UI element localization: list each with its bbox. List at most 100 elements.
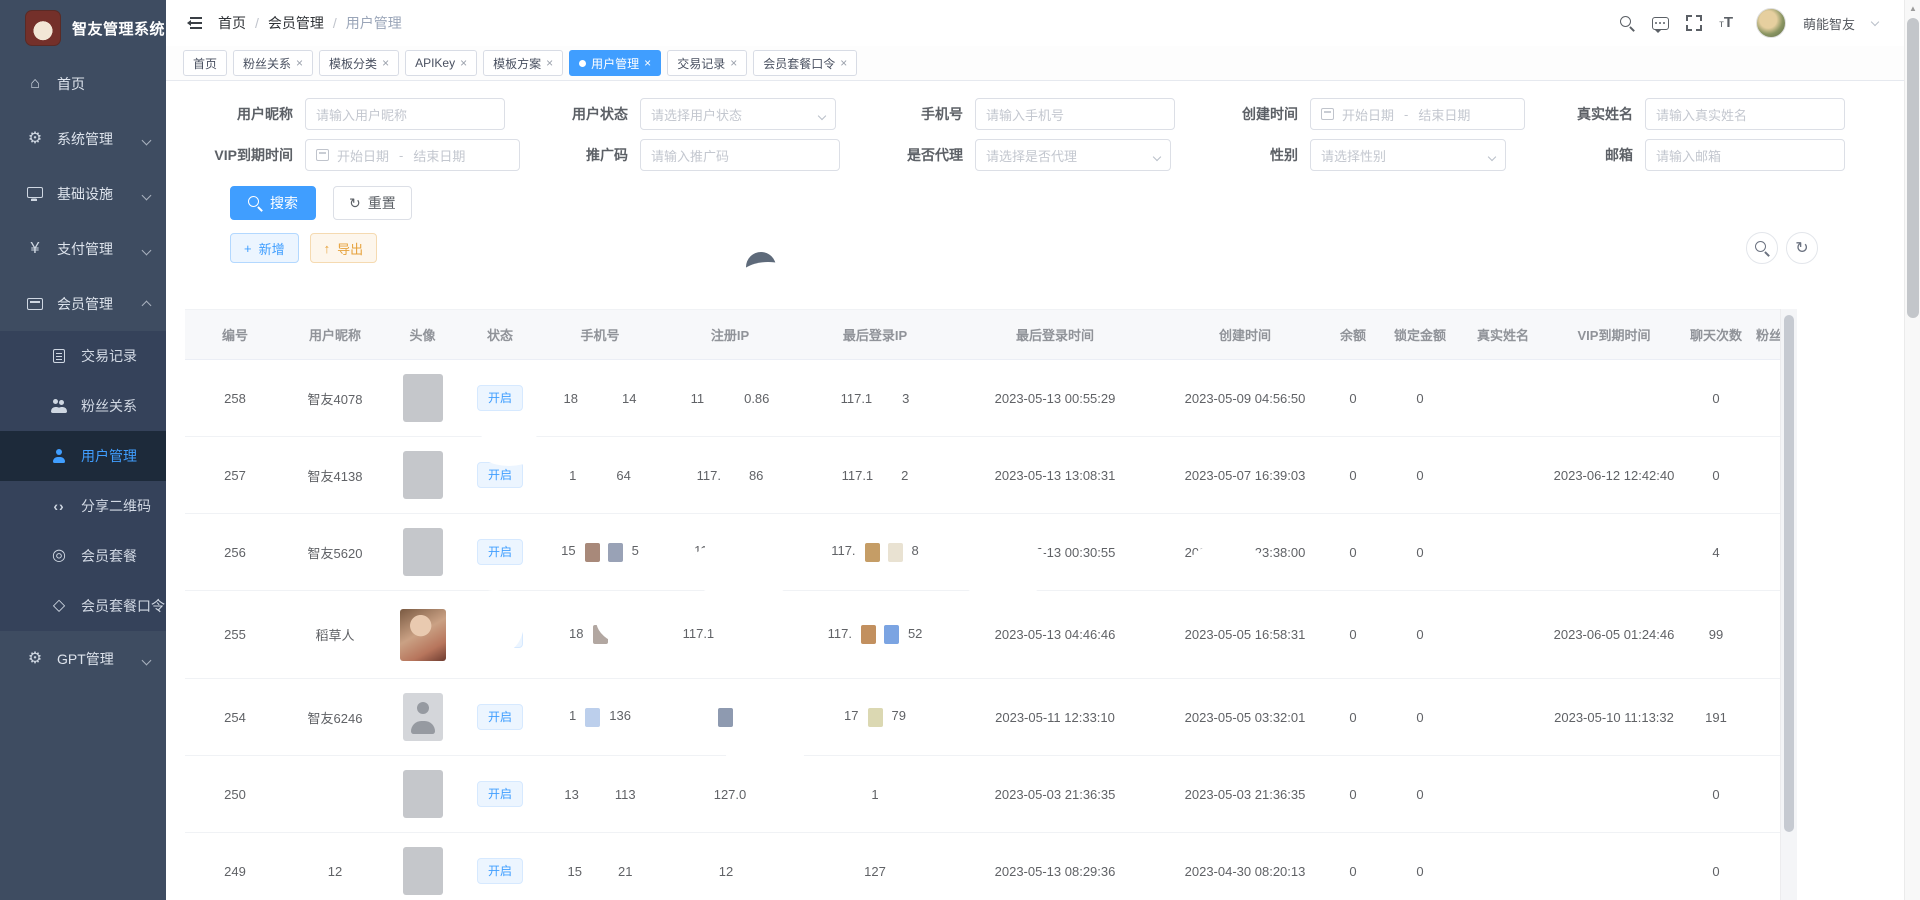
- nickname-input[interactable]: 请输入用户昵称: [305, 98, 505, 130]
- message-icon[interactable]: [1652, 17, 1669, 30]
- table-row[interactable]: 258智友4078开启1814110.86117.132023-05-13 00…: [185, 360, 1797, 437]
- sidebar-item-fans[interactable]: 粉丝关系: [0, 381, 166, 431]
- tab-template-plan[interactable]: 模板方案×: [483, 50, 563, 76]
- user-avatar: [403, 451, 443, 499]
- cell-locked: 0: [1376, 437, 1464, 514]
- search-button[interactable]: 搜索: [230, 186, 316, 220]
- close-icon[interactable]: ×: [460, 57, 467, 69]
- cell-balance: 0: [1330, 514, 1376, 591]
- redacted-text-fragment: 13: [564, 787, 578, 802]
- column-header-locked[interactable]: 锁定金额: [1376, 310, 1464, 360]
- column-header-created[interactable]: 创建时间: [1160, 310, 1330, 360]
- is-agent-select[interactable]: 请选择是否代理: [975, 139, 1171, 171]
- table-row[interactable]: 24912开启1521121272023-05-13 08:29:362023-…: [185, 833, 1797, 900]
- table-row[interactable]: 255稻草人开启1801117.16117.522023-05-13 04:46…: [185, 591, 1797, 679]
- date-end-placeholder: 结束日期: [413, 146, 465, 165]
- sidebar-item-system[interactable]: ⚙系统管理: [0, 111, 166, 166]
- column-header-last_ip[interactable]: 最后登录IP: [800, 310, 950, 360]
- email-input[interactable]: 请输入邮箱: [1645, 139, 1845, 171]
- close-icon[interactable]: ×: [644, 57, 651, 69]
- created-daterange[interactable]: 开始日期-结束日期: [1310, 98, 1525, 130]
- table-search-button[interactable]: [1746, 232, 1778, 264]
- cell-last_login: 2023-05-11 12:33:10: [950, 679, 1160, 756]
- date-range-separator: -: [1404, 107, 1408, 122]
- cell-last_login: 2023-05-13 08:29:36: [950, 833, 1160, 900]
- redacted-text-fragment: 117.: [697, 468, 721, 483]
- tab-label: 会员套餐口令: [763, 55, 835, 72]
- column-header-no[interactable]: 编号: [185, 310, 285, 360]
- status-badge: 开启: [477, 704, 523, 730]
- realname-input[interactable]: 请输入真实姓名: [1645, 98, 1845, 130]
- breadcrumb-item[interactable]: 首页: [218, 13, 246, 33]
- tab-fans[interactable]: 粉丝关系 ×: [233, 50, 313, 76]
- gender-select[interactable]: 请选择性别: [1310, 139, 1506, 171]
- sidebar-item-transactions[interactable]: 交易记录: [0, 331, 166, 381]
- table-scrollbar[interactable]: [1780, 309, 1797, 900]
- column-header-phone[interactable]: 手机号: [540, 310, 660, 360]
- close-icon[interactable]: ×: [546, 57, 553, 69]
- sidebar-item-payment[interactable]: ¥支付管理: [0, 221, 166, 276]
- table-row[interactable]: 250开启13113127.012023-05-03 21:36:352023-…: [185, 756, 1797, 833]
- sidebar-item-member-plan-code[interactable]: ◇会员套餐口令: [0, 581, 166, 631]
- tab-member-plan-code[interactable]: 会员套餐口令 ×: [753, 50, 857, 76]
- breadcrumb-item[interactable]: 会员管理: [268, 13, 324, 33]
- sidebar-item-home[interactable]: ⌂首页: [0, 56, 166, 111]
- tab-template-category[interactable]: 模板分类×: [319, 50, 399, 76]
- column-header-status[interactable]: 状态: [460, 310, 540, 360]
- column-header-chats[interactable]: 聊天次数: [1686, 310, 1746, 360]
- vip-expire-daterange[interactable]: 开始日期-结束日期: [305, 139, 520, 171]
- table-row[interactable]: 257智友4138开启164117.86117.122023-05-13 13:…: [185, 437, 1797, 514]
- scroll-up-icon[interactable]: ▲: [1909, 4, 1917, 13]
- sidebar-item-users[interactable]: 用户管理: [0, 431, 166, 481]
- page-scrollbar-thumb[interactable]: [1907, 18, 1919, 318]
- page-scrollbar[interactable]: ▲: [1904, 0, 1920, 900]
- column-header-balance[interactable]: 余额: [1330, 310, 1376, 360]
- column-header-nickname[interactable]: 用户昵称: [285, 310, 385, 360]
- add-button[interactable]: + 新增: [230, 233, 299, 263]
- tab-home[interactable]: 首页: [183, 50, 227, 76]
- username[interactable]: 萌能智友: [1803, 14, 1855, 33]
- topbar: 首页/会员管理/用户管理 тT 萌能智友: [166, 0, 1904, 46]
- close-icon[interactable]: ×: [840, 57, 847, 69]
- tab-apikey[interactable]: APIKey×: [405, 50, 477, 76]
- user-avatar[interactable]: [1756, 8, 1786, 38]
- table-row[interactable]: 254智友6246开启113617792023-05-11 12:33:1020…: [185, 679, 1797, 756]
- tab-label: 粉丝关系: [243, 55, 291, 72]
- reset-button[interactable]: ↻ 重置: [333, 186, 412, 220]
- column-header-avatar[interactable]: 头像: [385, 310, 460, 360]
- column-header-vip[interactable]: VIP到期时间: [1542, 310, 1686, 360]
- calendar-icon: [1321, 108, 1334, 120]
- sidebar-menu: ⌂首页⚙系统管理基础设施¥支付管理会员管理交易记录粉丝关系用户管理‹›分享二维码…: [0, 56, 166, 686]
- column-header-last_login[interactable]: 最后登录时间: [950, 310, 1160, 360]
- redaction-blob: [710, 582, 800, 660]
- sidebar-item-gpt[interactable]: ⚙GPT管理: [0, 631, 166, 686]
- column-header-reg_ip[interactable]: 注册IP: [660, 310, 800, 360]
- column-header-real_name[interactable]: 真实姓名: [1464, 310, 1542, 360]
- sidebar-item-infrastructure[interactable]: 基础设施: [0, 166, 166, 221]
- search-icon[interactable]: [1620, 16, 1635, 31]
- export-button[interactable]: ↑ 导出: [310, 233, 378, 263]
- close-icon[interactable]: ×: [730, 57, 737, 69]
- sidebar-item-share-qrcode[interactable]: ‹›分享二维码: [0, 481, 166, 531]
- sidebar-collapse-icon[interactable]: [184, 17, 202, 30]
- user-menu-chevron-down-icon[interactable]: [1871, 17, 1879, 25]
- sidebar-item-member[interactable]: 会员管理: [0, 276, 166, 331]
- fullscreen-icon[interactable]: [1686, 15, 1702, 31]
- close-icon[interactable]: ×: [296, 57, 303, 69]
- cell-created: 2023-05-09 04:56:50: [1160, 360, 1330, 437]
- font-size-icon[interactable]: тT: [1719, 14, 1733, 32]
- status-select[interactable]: 请选择用户状态: [640, 98, 836, 130]
- phone-input[interactable]: 请输入手机号: [975, 98, 1175, 130]
- table-refresh-button[interactable]: ↻: [1786, 232, 1818, 264]
- close-icon[interactable]: ×: [382, 57, 389, 69]
- sidebar-item-member-plan[interactable]: ◎会员套餐: [0, 531, 166, 581]
- promo-code-input[interactable]: 请输入推广码: [640, 139, 840, 171]
- redaction-gap: [584, 798, 610, 799]
- table-scrollbar-thumb[interactable]: [1784, 315, 1794, 832]
- home-icon: ⌂: [30, 76, 40, 92]
- breadcrumb-item[interactable]: 用户管理: [346, 13, 402, 33]
- date-range-separator: -: [399, 148, 403, 163]
- tab-transactions[interactable]: 交易记录×: [667, 50, 747, 76]
- redacted-text-fragment: 15: [568, 864, 582, 879]
- tab-users[interactable]: 用户管理×: [569, 50, 661, 76]
